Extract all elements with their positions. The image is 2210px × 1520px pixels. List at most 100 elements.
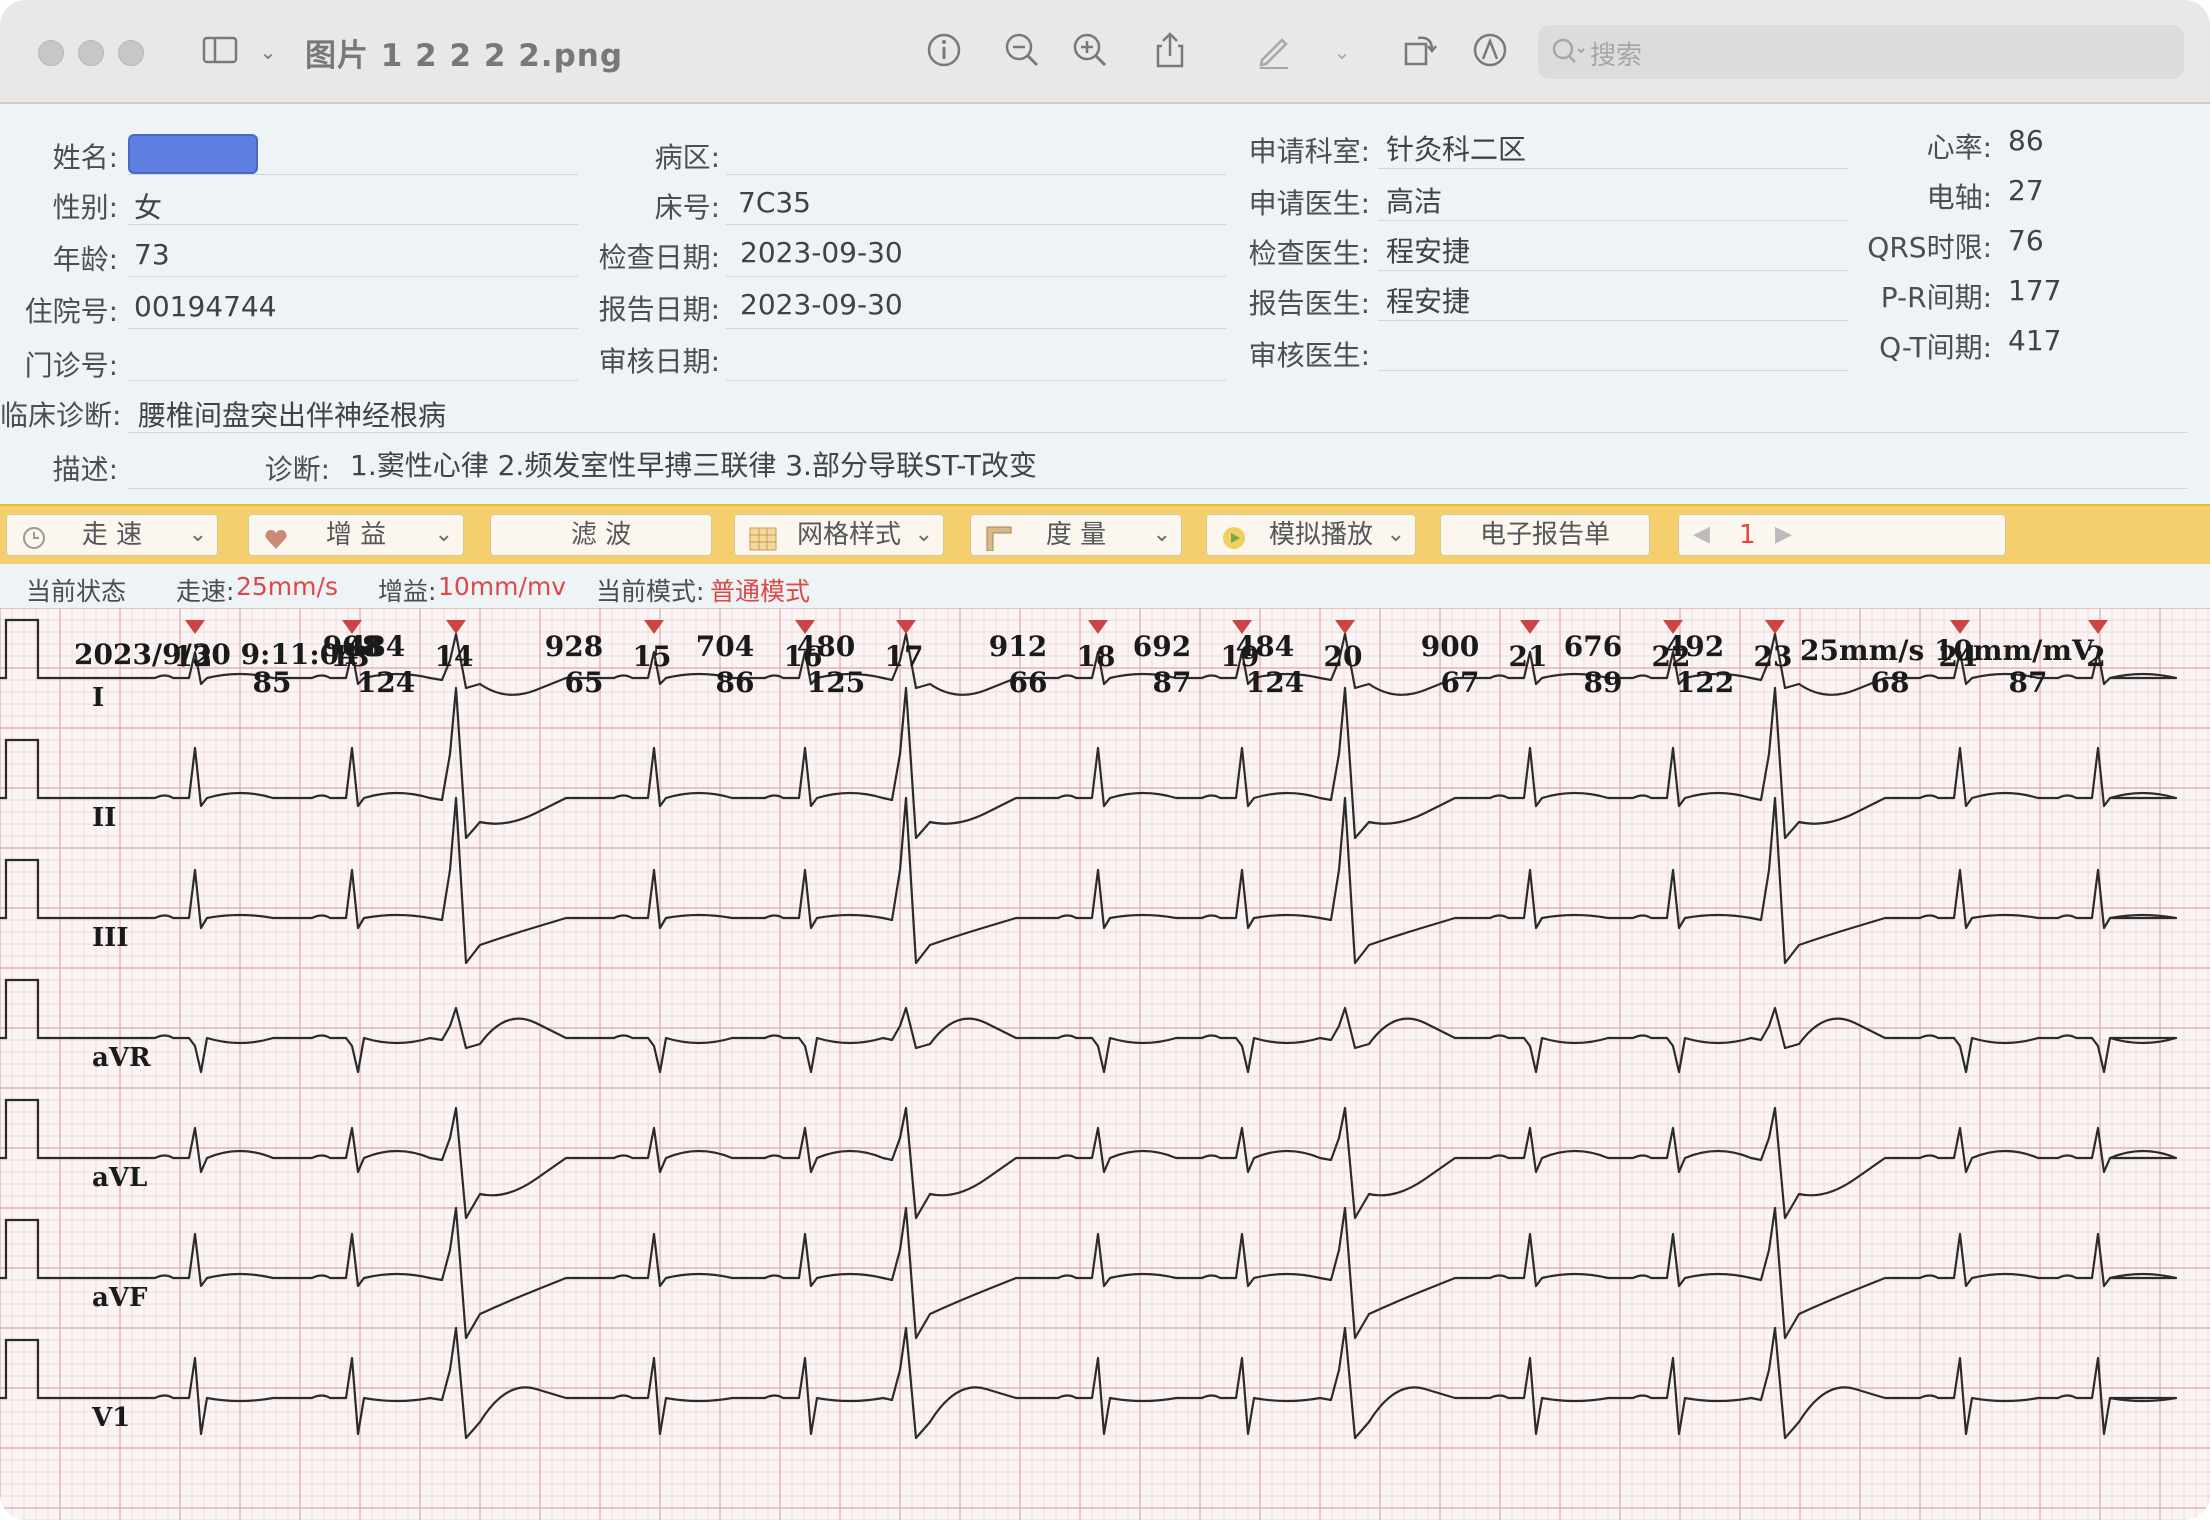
- beat-rr-interval: 912: [989, 630, 1047, 663]
- prev-page-icon[interactable]: ◀: [1693, 515, 1710, 555]
- chevron-down-icon[interactable]: ⌄: [246, 30, 290, 74]
- rotate-icon[interactable]: [1398, 30, 1442, 74]
- beat-rate-value: 125: [807, 666, 865, 699]
- name-redacted-box: [128, 134, 258, 174]
- beat-rate-value: 86: [716, 666, 755, 699]
- description-label: 描述:: [52, 453, 118, 486]
- grid-style-dropdown[interactable]: 网格样式 ⌄: [734, 514, 944, 556]
- beat-number: 12: [174, 640, 213, 673]
- report-doctor-value: 程安捷: [1386, 285, 1471, 318]
- lead-label-i: I: [92, 683, 104, 713]
- pager: ◀ 1 ▶: [1678, 514, 2006, 556]
- name-label: 姓名:: [52, 141, 118, 174]
- status-speed-label: 走速:: [176, 577, 235, 606]
- chevron-down-icon: ⌄: [434, 522, 453, 547]
- beat-rate-value: 124: [1246, 666, 1304, 699]
- ecg-toolbar: 走 速 ⌄ 增 益 ⌄ 滤 波 网格样式 ⌄ 度 量 ⌄ 模拟播放 ⌄ 电子报告…: [0, 504, 2210, 564]
- gain-label: 增 益: [325, 520, 387, 550]
- sidebar-icon[interactable]: [198, 30, 242, 74]
- bed-label: 床号:: [654, 191, 720, 224]
- diagnosis-label: 诊断:: [264, 453, 330, 486]
- zoom-out-icon[interactable]: [1000, 30, 1044, 74]
- pr-interval-value: 177: [2008, 274, 2062, 307]
- chevron-down-icon: ⌄: [914, 522, 933, 547]
- status-state-label: 当前状态: [26, 577, 127, 606]
- document-title: 图片 1 2 2 2 2.png: [305, 38, 624, 74]
- share-icon[interactable]: [1148, 30, 1192, 74]
- play-icon: [1221, 523, 1247, 549]
- beat-rate-value: 87: [2009, 666, 2048, 699]
- qrs-label: QRS时限:: [1867, 231, 1992, 264]
- exam-doctor-label: 检查医生:: [1248, 237, 1370, 270]
- playback-dropdown[interactable]: 模拟播放 ⌄: [1206, 514, 1416, 556]
- sex-label: 性别:: [52, 191, 118, 224]
- lead-label-iii: III: [92, 923, 129, 953]
- filter-label: 滤 波: [570, 520, 632, 550]
- beat-rate-value: 124: [357, 666, 415, 699]
- ecg-header-datetime: 2023/9/30 9:11:04: [74, 638, 359, 671]
- chevron-down-icon: ⌄: [1386, 522, 1405, 547]
- annotate-icon[interactable]: [1468, 30, 1512, 74]
- measure-dropdown[interactable]: 度 量 ⌄: [970, 514, 1182, 556]
- beat-rate-value: 89: [1584, 666, 1623, 699]
- beat-number: 15: [633, 640, 672, 673]
- ruler-icon: [985, 523, 1012, 552]
- review-doctor-label: 审核医生:: [1248, 339, 1370, 372]
- playback-label: 模拟播放: [1268, 520, 1373, 550]
- ecg-waveform-panel: IIIIIIaVRaVLaVFV12023/9/30 9:11:04 25mm/s…: [0, 608, 2210, 1520]
- beat-number: 14: [435, 640, 474, 673]
- sex-value: 女: [134, 191, 163, 224]
- chevron-down-icon[interactable]: ⌄: [1320, 30, 1364, 74]
- pr-interval-label: P-R间期:: [1880, 281, 1992, 314]
- ecg-report-app: 姓名: 性别: 女 年龄: 73 住院号: 00194744 门诊号: 临床诊断…: [0, 104, 2210, 1520]
- preview-window: ⌄ 图片 1 2 2 2 2.png ⌄ 搜索 姓名: 性别: 女 年龄: 73…: [0, 0, 2210, 1520]
- axis-value: 27: [2008, 174, 2044, 207]
- status-gain-value: 10mm/mv: [438, 572, 567, 601]
- lead-label-avl: aVL: [92, 1163, 147, 1193]
- beat-rate-value: 65: [565, 666, 604, 699]
- next-page-icon[interactable]: ▶: [1775, 515, 1792, 555]
- diagnosis-value: 1.窦性心律 2.频发室性早搏三联律 3.部分导联ST-T改变: [350, 449, 1037, 482]
- zoom-in-icon[interactable]: [1068, 30, 1112, 74]
- beat-number: 21: [1509, 640, 1548, 673]
- beat-rate-value: 68: [1871, 666, 1910, 699]
- close-window-button[interactable]: [38, 40, 64, 66]
- chevron-down-icon: ⌄: [1152, 522, 1171, 547]
- speed-dropdown[interactable]: 走 速 ⌄: [6, 514, 218, 556]
- dept-label: 申请科室:: [1248, 135, 1370, 168]
- lead-label-avf: aVF: [92, 1283, 148, 1313]
- lead-label-v1: V1: [91, 1403, 130, 1433]
- report-doctor-label: 报告医生:: [1248, 287, 1370, 320]
- age-label: 年龄:: [52, 243, 118, 276]
- beat-rate-value: 85: [253, 666, 292, 699]
- inpatient-no-value: 00194744: [134, 290, 277, 323]
- beat-number: 17: [885, 640, 924, 673]
- filter-button[interactable]: 滤 波: [490, 514, 712, 556]
- beat-rr-interval: 928: [545, 630, 603, 663]
- clinical-diagnosis-label: 临床诊断:: [0, 399, 122, 432]
- beat-rate-value: 122: [1676, 666, 1734, 699]
- status-mode-label: 当前模式:: [596, 577, 705, 606]
- beat-number: 18: [1077, 640, 1116, 673]
- heart-rate-label: 心率:: [1926, 131, 1992, 164]
- beat-rr-interval: 704: [696, 630, 754, 663]
- status-speed-value: 25mm/s: [236, 572, 338, 601]
- grid-style-label: 网格样式: [796, 520, 901, 550]
- search-field[interactable]: 搜索: [1538, 25, 2184, 79]
- search-icon: [1550, 35, 1586, 73]
- search-placeholder: 搜索: [1590, 41, 1643, 71]
- inpatient-no-label: 住院号:: [24, 295, 118, 328]
- minimize-window-button[interactable]: [78, 40, 104, 66]
- gain-dropdown[interactable]: 增 益 ⌄: [248, 514, 464, 556]
- clock-icon: [21, 523, 47, 549]
- zoom-window-button[interactable]: [118, 40, 144, 66]
- lead-label-ii: II: [92, 803, 116, 833]
- e-report-button[interactable]: 电子报告单: [1440, 514, 1650, 556]
- status-mode-value: 普通模式: [710, 577, 811, 606]
- info-icon[interactable]: [922, 30, 966, 74]
- beat-rr-interval: 480: [797, 630, 855, 663]
- request-doctor-value: 高洁: [1386, 185, 1443, 218]
- markup-pen-icon[interactable]: [1252, 30, 1296, 74]
- report-date-value: 2023-09-30: [740, 288, 903, 321]
- beat-rr-interval: 484: [1236, 630, 1294, 663]
